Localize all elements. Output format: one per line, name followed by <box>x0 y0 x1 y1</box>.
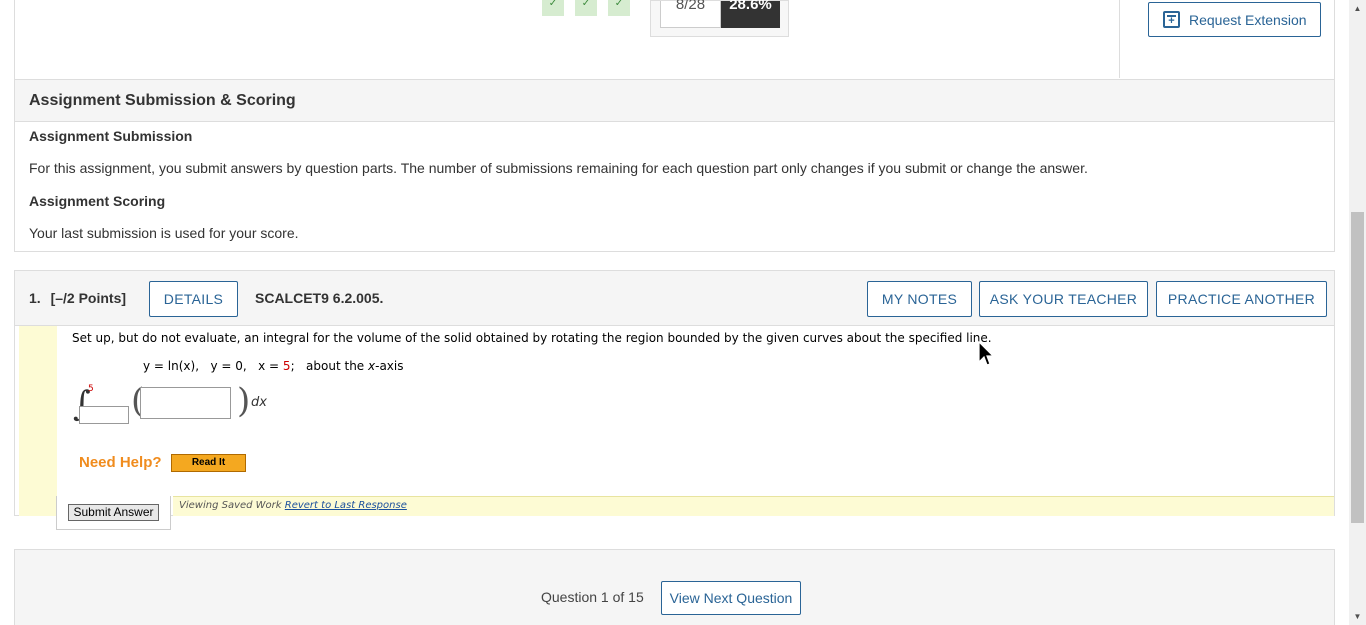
score-summary: 8/28 28.6% <box>650 0 789 37</box>
question-navigation: Question 1 of 15 View Next Question <box>14 549 1335 625</box>
progress-panel: ✓ ✓ ✓ 8/28 28.6% + Request Extension <box>14 0 1335 80</box>
eq-part-2: ; about the <box>290 359 368 373</box>
question-checklist: ✓ ✓ ✓ <box>542 0 630 16</box>
request-extension-label: Request Extension <box>1189 11 1307 28</box>
integral-expression: ∫ 5 ( ) dx <box>73 384 293 434</box>
part-marker-strip <box>19 326 57 516</box>
submission-text: For this assignment, you submit answers … <box>29 160 1088 176</box>
read-it-button[interactable]: Read It <box>171 454 246 472</box>
eq-value: 5 <box>282 359 291 373</box>
details-button[interactable]: DETAILS <box>149 281 238 317</box>
need-help-label: Need Help? <box>79 454 162 471</box>
close-paren: ) <box>237 381 251 421</box>
question-prompt: Set up, but do not evaluate, an integral… <box>72 331 992 345</box>
request-extension-button[interactable]: + Request Extension <box>1148 2 1321 37</box>
scoring-text: Your last submission is used for your sc… <box>29 225 299 241</box>
question-number: 1. [–/2 Points] <box>29 290 126 306</box>
question-header: 1. [–/2 Points] DETAILS SCALCET9 6.2.005… <box>15 271 1334 326</box>
submission-scoring-header: Assignment Submission & Scoring <box>15 80 1334 122</box>
practice-another-button[interactable]: PRACTICE ANOTHER <box>1156 281 1327 317</box>
eq-part-1: y = ln(x), y = 0, x = <box>143 359 283 373</box>
saved-work-text: Viewing Saved Work <box>179 500 285 511</box>
check-icon: ✓ <box>542 0 564 16</box>
scrollbar[interactable]: ▲ ▼ <box>1349 0 1366 625</box>
scroll-up-icon[interactable]: ▲ <box>1349 0 1366 17</box>
score-percent: 28.6% <box>721 0 780 28</box>
question-body: Set up, but do not evaluate, an integral… <box>17 326 1334 516</box>
revert-link[interactable]: Revert to Last Response <box>285 500 407 511</box>
scroll-thumb[interactable] <box>1351 212 1364 523</box>
score-fraction: 8/28 <box>660 0 721 28</box>
my-notes-button[interactable]: MY NOTES <box>867 281 972 317</box>
submission-scoring-panel: Assignment Submission & Scoring Assignme… <box>14 79 1335 252</box>
question-panel: 1. [–/2 Points] DETAILS SCALCET9 6.2.005… <box>14 270 1335 516</box>
lower-limit-input[interactable] <box>79 406 129 424</box>
saved-work-bar: Viewing Saved Work Revert to Last Respon… <box>173 496 1334 516</box>
integrand-input[interactable] <box>140 387 231 419</box>
submit-answer-button[interactable]: Submit Answer <box>68 504 159 521</box>
dx-label: dx <box>251 395 267 410</box>
scoring-title: Assignment Scoring <box>29 193 166 209</box>
submit-tab: Submit Answer <box>56 496 171 530</box>
check-icon: ✓ <box>608 0 630 16</box>
mouse-pointer-icon <box>978 341 994 366</box>
question-index: 1. <box>29 290 41 306</box>
upper-limit: 5 <box>88 384 94 394</box>
ask-teacher-button[interactable]: ASK YOUR TEACHER <box>979 281 1148 317</box>
scroll-down-icon[interactable]: ▼ <box>1349 608 1366 625</box>
question-code: SCALCET9 6.2.005. <box>255 290 384 306</box>
eq-part-3: -axis <box>375 359 404 373</box>
calendar-plus-icon: + <box>1163 11 1180 28</box>
assignment-page: ✓ ✓ ✓ 8/28 28.6% + Request Extension Ass… <box>0 0 1366 625</box>
submission-title: Assignment Submission <box>29 128 193 144</box>
question-equations: y = ln(x), y = 0, x = 5; about the x-axi… <box>143 359 403 373</box>
view-next-question-button[interactable]: View Next Question <box>661 581 801 615</box>
question-points: [–/2 Points] <box>50 290 127 306</box>
check-icon: ✓ <box>575 0 597 16</box>
question-count: Question 1 of 15 <box>541 589 644 605</box>
divider <box>1119 0 1120 78</box>
